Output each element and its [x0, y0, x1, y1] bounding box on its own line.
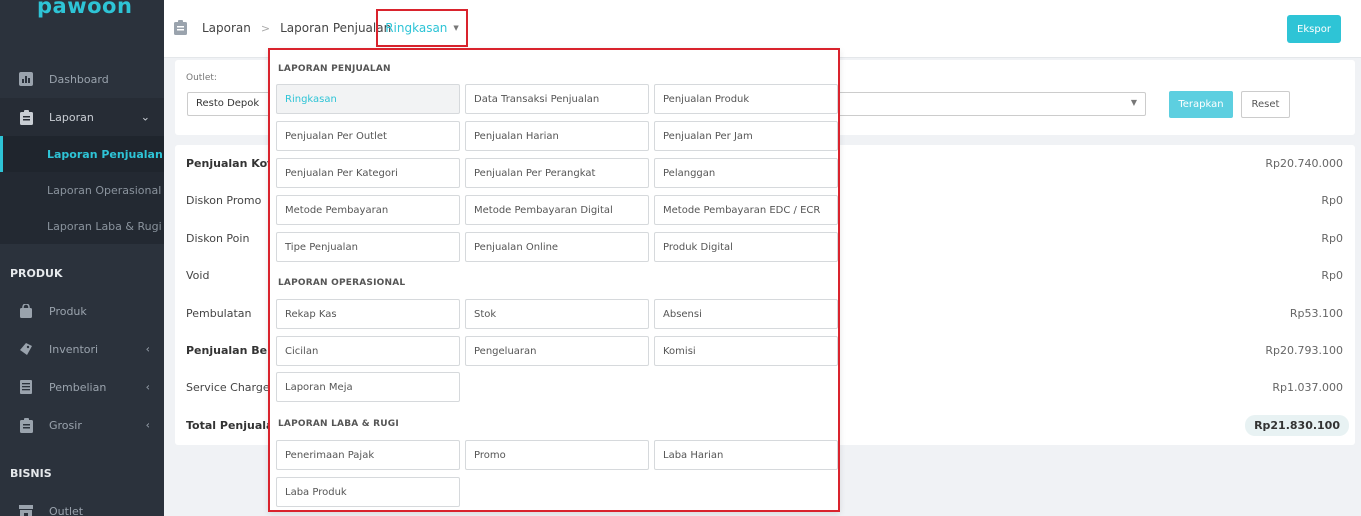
menu-item[interactable]: Penjualan Per Perangkat — [465, 158, 649, 188]
sidebar-item-produk[interactable]: Produk — [0, 292, 164, 330]
sidebar-sub-laporan-laba-rugi[interactable]: Laporan Laba & Rugi — [0, 208, 164, 244]
sidebar-sub-laporan-operasional[interactable]: Laporan Operasional — [0, 172, 164, 208]
menu-section-laba-rugi: LAPORAN LABA & RUGI — [278, 419, 399, 429]
menu-item[interactable]: Komisi — [654, 336, 838, 366]
chevron-left-icon: ‹ — [145, 342, 150, 356]
sidebar-sub-laporan-penjualan[interactable]: Laporan Penjualan — [0, 136, 164, 172]
menu-item[interactable]: Tipe Penjualan — [276, 232, 460, 262]
menu-item[interactable]: Penjualan Per Jam — [654, 121, 838, 151]
menu-item[interactable]: Penjualan Per Outlet — [276, 121, 460, 151]
sidebar-item-label: Grosir — [49, 418, 82, 432]
breadcrumb-item-laporan[interactable]: Laporan — [202, 21, 251, 35]
menu-item[interactable]: Pelanggan — [654, 158, 838, 188]
sidebar-item-grosir[interactable]: Grosir ‹ — [0, 406, 164, 444]
sidebar-item-label: Pembelian — [49, 380, 107, 394]
summary-value: Rp0 — [1321, 269, 1343, 282]
menu-item[interactable]: Pengeluaran — [465, 336, 649, 366]
sidebar-sub-label: Laporan Operasional — [47, 183, 162, 197]
summary-label: Void — [186, 269, 210, 282]
bag-icon — [18, 303, 34, 319]
summary-total-value: Rp21.830.100 — [1245, 415, 1349, 436]
menu-item[interactable]: Promo — [465, 440, 649, 470]
menu-item[interactable]: Cicilan — [276, 336, 460, 366]
menu-item-ringkasan[interactable]: Ringkasan — [276, 84, 460, 114]
breadcrumb-active-label: Ringkasan — [385, 21, 448, 35]
summary-value: Rp0 — [1321, 194, 1343, 207]
sidebar-item-label: Laporan — [49, 110, 94, 124]
clipboard-icon — [18, 109, 34, 125]
document-icon — [18, 379, 34, 395]
summary-value: Rp1.037.000 — [1272, 381, 1343, 394]
summary-value: Rp20.740.000 — [1265, 157, 1343, 170]
summary-value: Rp53.100 — [1289, 307, 1343, 320]
apply-button[interactable]: Terapkan — [1169, 91, 1233, 118]
sidebar: pawoon Dashboard Laporan ⌄ Laporan Penju… — [0, 0, 164, 516]
breadcrumb: Laporan > Laporan Penjualan — [174, 20, 391, 36]
menu-item[interactable]: Penjualan Produk — [654, 84, 838, 114]
chevron-down-icon: ⌄ — [140, 110, 150, 124]
breadcrumb-dropdown-ringkasan[interactable]: Ringkasan ▼ — [376, 9, 468, 47]
clipboard-icon — [18, 417, 34, 433]
sidebar-item-inventori[interactable]: Inventori ‹ — [0, 330, 164, 368]
sidebar-sub-label: Laporan Penjualan — [47, 147, 163, 161]
clipboard-icon — [174, 20, 188, 36]
summary-value: Rp20.793.100 — [1265, 344, 1343, 357]
pawoon-logo[interactable]: pawoon — [0, 0, 164, 58]
menu-item[interactable]: Penjualan Online — [465, 232, 649, 262]
sidebar-item-label: Outlet — [49, 504, 84, 516]
summary-value: Rp0 — [1321, 232, 1343, 245]
store-icon — [18, 503, 34, 516]
summary-label: Diskon Promo — [186, 194, 262, 207]
menu-item[interactable]: Metode Pembayaran — [276, 195, 460, 225]
summary-label: Pembulatan — [186, 307, 252, 320]
sidebar-item-label: Inventori — [49, 342, 99, 356]
caret-down-icon: ▼ — [453, 24, 459, 32]
outlet-label: Outlet: — [186, 73, 217, 83]
summary-label: Diskon Poin — [186, 232, 250, 245]
menu-item[interactable]: Laporan Meja — [276, 372, 460, 402]
sidebar-section-bisnis: BISNIS — [10, 466, 52, 480]
sidebar-item-outlet[interactable]: Outlet — [0, 492, 164, 516]
menu-item[interactable]: Stok — [465, 299, 649, 329]
reset-button[interactable]: Reset — [1241, 91, 1290, 118]
breadcrumb-item-laporan-penjualan[interactable]: Laporan Penjualan — [280, 21, 391, 35]
chevron-left-icon: ‹ — [145, 418, 150, 432]
menu-item[interactable]: Laba Produk — [276, 477, 460, 507]
summary-label: Service Charge — [186, 381, 270, 394]
export-button[interactable]: Ekspor — [1287, 15, 1341, 43]
menu-item[interactable]: Rekap Kas — [276, 299, 460, 329]
menu-section-penjualan: LAPORAN PENJUALAN — [278, 64, 391, 74]
menu-item[interactable]: Absensi — [654, 299, 838, 329]
menu-item[interactable]: Produk Digital — [654, 232, 838, 262]
tag-icon — [18, 341, 34, 357]
menu-item[interactable]: Penerimaan Pajak — [276, 440, 460, 470]
chevron-right-icon: > — [260, 21, 271, 35]
summary-label: Total Penjualan — [186, 419, 282, 432]
menu-item[interactable]: Data Transaksi Penjualan — [465, 84, 649, 114]
menu-item[interactable]: Laba Harian — [654, 440, 838, 470]
sidebar-item-label: Produk — [49, 304, 87, 318]
logo-text: pawoon — [37, 0, 133, 18]
sidebar-item-dashboard[interactable]: Dashboard — [0, 60, 164, 98]
menu-item[interactable]: Metode Pembayaran EDC / ECR — [654, 195, 838, 225]
sidebar-sub-label: Laporan Laba & Rugi — [47, 219, 162, 233]
date-range-select[interactable]: ▼ — [838, 92, 1146, 116]
chevron-left-icon: ‹ — [145, 380, 150, 394]
bar-chart-icon — [18, 71, 34, 87]
sidebar-item-laporan[interactable]: Laporan ⌄ — [0, 98, 164, 136]
sidebar-item-pembelian[interactable]: Pembelian ‹ — [0, 368, 164, 406]
menu-item[interactable]: Penjualan Harian — [465, 121, 649, 151]
caret-down-icon: ▼ — [1130, 98, 1137, 107]
sidebar-item-label: Dashboard — [49, 72, 109, 86]
sidebar-section-produk: PRODUK — [10, 266, 63, 280]
menu-item[interactable]: Penjualan Per Kategori — [276, 158, 460, 188]
menu-section-operasional: LAPORAN OPERASIONAL — [278, 278, 406, 288]
menu-item[interactable]: Metode Pembayaran Digital — [465, 195, 649, 225]
report-type-dropdown: LAPORAN PENJUALAN Ringkasan Data Transak… — [268, 48, 840, 512]
